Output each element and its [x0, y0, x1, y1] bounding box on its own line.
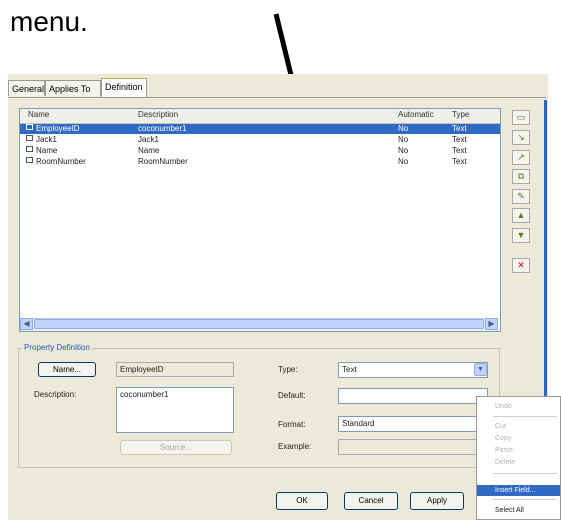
edit-property-icon[interactable]: ✎: [512, 189, 530, 204]
menu-separator: [493, 416, 557, 417]
move-up-icon[interactable]: ▲: [512, 208, 530, 223]
menu-item-paste[interactable]: Paste: [477, 445, 560, 456]
source-button[interactable]: Source...: [120, 440, 232, 455]
type-select[interactable]: Text: [338, 362, 488, 378]
menu-item-select-all[interactable]: Select All: [477, 505, 560, 516]
menu-item-undo[interactable]: Undo: [477, 401, 560, 412]
ok-button[interactable]: OK: [276, 492, 328, 510]
column-description-header[interactable]: Description: [138, 110, 178, 119]
list-header: Name Description Automatic Type: [20, 109, 500, 124]
export-icon[interactable]: ↗: [512, 150, 530, 165]
list-item[interactable]: Name Name No Text: [20, 146, 500, 156]
name-button[interactable]: Name...: [38, 362, 96, 377]
description-field[interactable]: coconumber1: [116, 387, 234, 433]
format-value: Standard: [342, 419, 375, 428]
tab-applies-to[interactable]: Applies To: [45, 80, 101, 96]
property-icon: [26, 157, 33, 163]
column-automatic-header[interactable]: Automatic: [398, 110, 434, 119]
default-field[interactable]: [338, 388, 488, 404]
menu-separator: [493, 499, 557, 500]
cancel-button[interactable]: Cancel: [344, 492, 398, 510]
list-item[interactable]: EmployeeID coconumber1 No Text: [20, 124, 500, 134]
apply-button[interactable]: Apply: [410, 492, 464, 510]
scroll-right-icon[interactable]: ▶: [485, 318, 498, 330]
group-label: Property Definition: [22, 343, 92, 352]
property-list[interactable]: Name Description Automatic Type Employee…: [19, 108, 501, 332]
property-icon: [26, 146, 33, 152]
menu-separator: [493, 473, 557, 474]
format-select[interactable]: Standard: [338, 416, 478, 432]
property-icon: [26, 135, 33, 141]
tab-general[interactable]: General: [8, 80, 45, 96]
column-name-header[interactable]: Name: [28, 110, 49, 119]
context-menu: Undo Cut Copy Paste Delete Insert Field.…: [476, 396, 561, 520]
import-icon[interactable]: ↘: [512, 130, 530, 145]
menu-item-copy[interactable]: Copy: [477, 433, 560, 444]
default-label: Default:: [278, 391, 306, 400]
move-down-icon[interactable]: ▼: [512, 228, 530, 243]
copy-property-icon[interactable]: ⧉: [512, 169, 530, 184]
scroll-left-icon[interactable]: ◀: [20, 318, 33, 330]
type-label: Type:: [278, 365, 298, 374]
column-type-header[interactable]: Type: [452, 110, 469, 119]
format-label: Format:: [278, 420, 306, 429]
tab-divider: [8, 97, 546, 98]
name-field: EmployeeID: [116, 362, 234, 377]
new-property-icon[interactable]: ▭: [512, 110, 530, 125]
type-value: Text: [342, 365, 357, 374]
list-item[interactable]: Jack1 Jack1 No Text: [20, 135, 500, 145]
menu-item-cut[interactable]: Cut: [477, 421, 560, 432]
list-item[interactable]: RoomNumber RoomNumber No Text: [20, 157, 500, 167]
example-field: [338, 439, 478, 455]
delete-icon[interactable]: ✕: [512, 258, 530, 273]
tab-definition[interactable]: Definition: [101, 78, 147, 97]
menu-item-delete[interactable]: Delete: [477, 457, 560, 468]
menu-item-insert-field[interactable]: Insert Field...: [477, 485, 560, 496]
property-icon: [26, 124, 33, 130]
example-label: Example:: [278, 442, 312, 451]
chevron-down-icon[interactable]: ▼: [474, 363, 487, 376]
scrollbar-thumb[interactable]: [34, 319, 484, 329]
description-label: Description:: [34, 390, 77, 399]
